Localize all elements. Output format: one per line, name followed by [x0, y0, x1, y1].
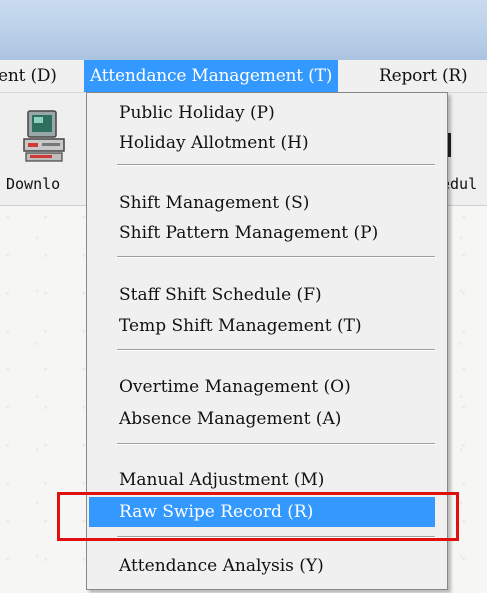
toolbar-download-label[interactable]: Downlo — [6, 175, 60, 193]
menu-separator — [117, 256, 435, 258]
window-title-bar — [0, 0, 487, 60]
menu-separator — [117, 349, 435, 351]
menu-report[interactable]: Report (R) — [379, 60, 468, 92]
menu-item-shift-pattern-management[interactable]: Shift Pattern Management (P) — [89, 218, 435, 248]
menu-separator — [117, 164, 435, 166]
download-device-icon[interactable] — [22, 109, 68, 165]
menu-item-holiday-allotment[interactable]: Holiday Allotment (H) — [89, 128, 435, 158]
menu-separator — [117, 443, 435, 445]
menu-attendance-management[interactable]: Attendance Management (T) — [84, 60, 339, 92]
menu-item-overtime-management[interactable]: Overtime Management (O) — [89, 372, 435, 402]
menu-item-staff-shift-schedule[interactable]: Staff Shift Schedule (F) — [89, 280, 435, 310]
annotation-highlight-box — [57, 492, 459, 541]
menu-item-manual-adjustment[interactable]: Manual Adjustment (M) — [89, 465, 435, 495]
menu-item-public-holiday[interactable]: Public Holiday (P) — [89, 98, 435, 128]
menu-item-attendance-analysis[interactable]: Attendance Analysis (Y) — [89, 551, 435, 581]
menu-item-temp-shift-management[interactable]: Temp Shift Management (T) — [89, 311, 435, 341]
menu-item-shift-management[interactable]: Shift Management (S) — [89, 188, 435, 218]
menu-equipment[interactable]: ent (D) — [0, 60, 57, 92]
menu-bar: ent (D) Attendance Management (T) Report… — [0, 60, 487, 93]
menu-item-absence-management[interactable]: Absence Management (A) — [89, 404, 435, 434]
